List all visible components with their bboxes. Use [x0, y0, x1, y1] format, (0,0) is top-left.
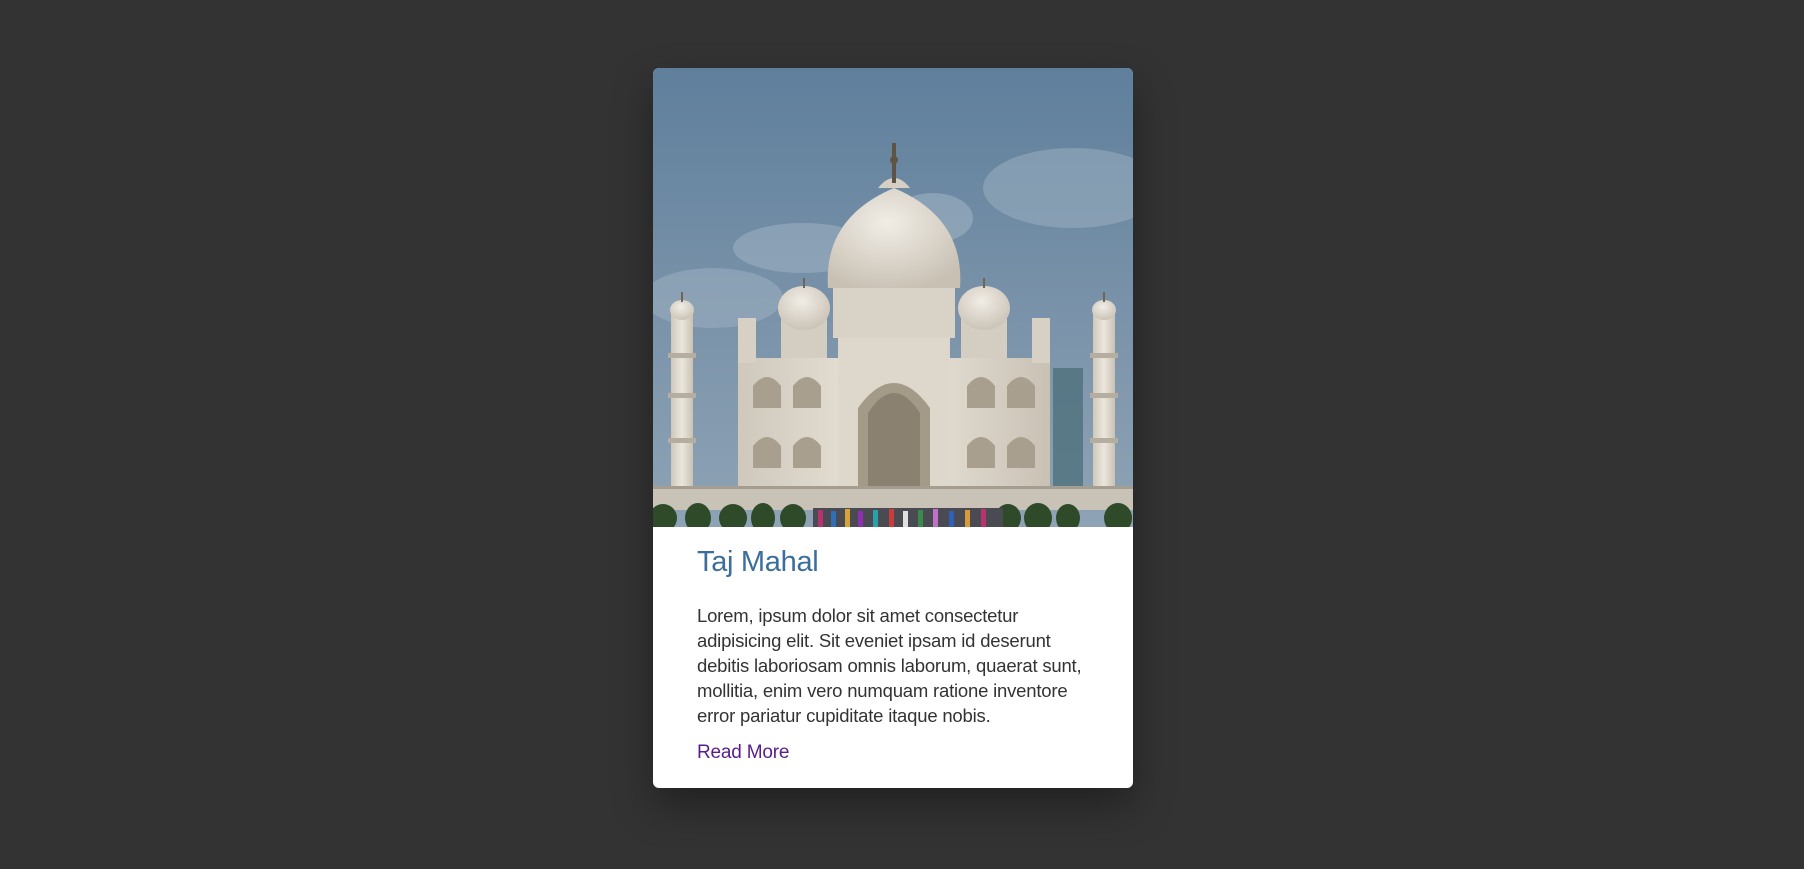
read-more-link[interactable]: Read More — [697, 740, 789, 765]
card-image — [653, 68, 1133, 527]
card-description: Lorem, ipsum dolor sit amet consectetur … — [697, 605, 1082, 726]
card-title: Taj Mahal — [697, 546, 819, 578]
card-body: Taj Mahal Lorem, ipsum dolor sit amet co… — [653, 527, 1133, 765]
place-card: Taj Mahal Lorem, ipsum dolor sit amet co… — [653, 68, 1133, 788]
